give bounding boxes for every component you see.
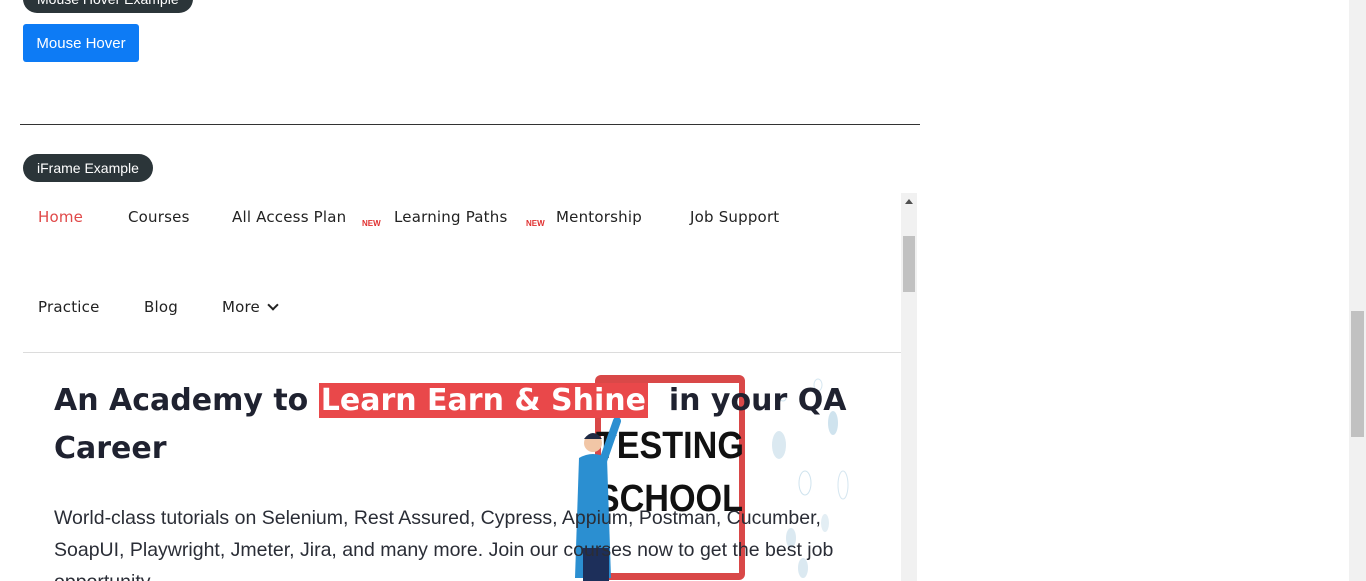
nav-all-access-plan[interactable]: All Access Plan (232, 208, 346, 226)
iframe-scrollbar-thumb[interactable] (903, 236, 915, 292)
nav-practice[interactable]: Practice (38, 298, 100, 316)
nav-mentorship[interactable]: Mentorship (556, 208, 642, 226)
hero-title-highlight: Learn Earn & Shine (318, 383, 648, 418)
chevron-down-icon (267, 299, 279, 311)
nav-courses[interactable]: Courses (128, 208, 190, 226)
section-divider (20, 124, 920, 125)
nav-home[interactable]: Home (38, 208, 83, 226)
nav-more-label: More (222, 298, 260, 316)
iframe-content: Home Courses All Access Plan NEW Learnin… (23, 193, 901, 581)
nav-learning-paths[interactable]: Learning Paths (394, 208, 507, 226)
hero-description: World-class tutorials on Selenium, Rest … (54, 507, 834, 581)
mouse-hover-button[interactable]: Mouse Hover (23, 24, 139, 62)
nav-blog[interactable]: Blog (144, 298, 178, 316)
new-badge: NEW (362, 219, 381, 228)
scroll-up-arrow-icon[interactable] (905, 199, 913, 204)
page-scrollbar-thumb[interactable] (1351, 311, 1364, 437)
mouse-hover-example-badge: Mouse Hover Example (23, 0, 193, 13)
hero-title-prefix: An Academy to (54, 383, 319, 418)
page-scrollbar[interactable] (1349, 0, 1366, 581)
courses-iframe[interactable]: Home Courses All Access Plan NEW Learnin… (23, 193, 917, 581)
nav-divider (23, 352, 901, 353)
new-badge: NEW (526, 219, 545, 228)
hero-title: An Academy to Learn Earn & Shine in your… (54, 377, 854, 473)
iframe-example-badge: iFrame Example (23, 154, 153, 182)
nav-more[interactable]: More (222, 298, 279, 316)
nav-job-support[interactable]: Job Support (690, 208, 779, 226)
iframe-scrollbar[interactable] (901, 193, 917, 581)
